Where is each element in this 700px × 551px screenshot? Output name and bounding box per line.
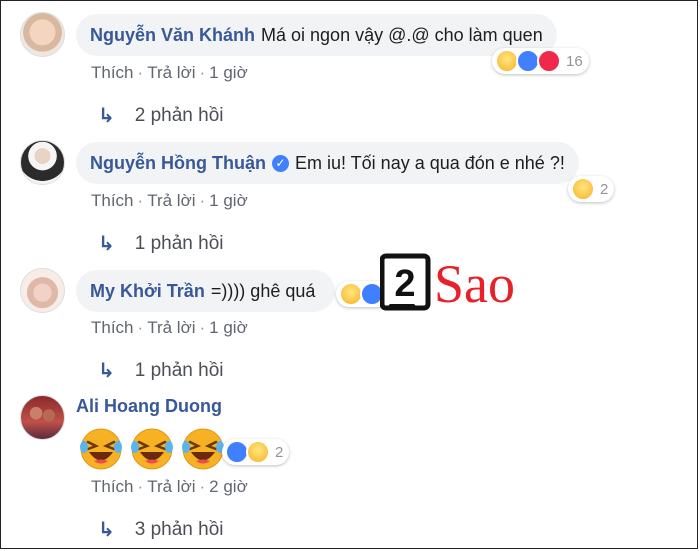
reaction-summary[interactable]: 16 bbox=[492, 48, 589, 74]
haha-icon bbox=[571, 177, 595, 201]
view-replies-link[interactable]: ↳ 2 phản hồi bbox=[98, 103, 224, 128]
reply-link[interactable]: Trả lời bbox=[147, 477, 195, 496]
avatar[interactable] bbox=[20, 395, 65, 440]
haha-icon bbox=[246, 440, 270, 464]
view-replies-link[interactable]: ↳ 1 phản hồi bbox=[98, 231, 224, 256]
reaction-count: 16 bbox=[566, 52, 583, 70]
comment-actions: Thích · Trả lời · 1 giờ bbox=[91, 191, 248, 210]
like-link[interactable]: Thích bbox=[91, 63, 134, 82]
like-link[interactable]: Thích bbox=[91, 318, 134, 337]
avatar[interactable] bbox=[20, 268, 65, 313]
reply-arrow-icon: ↳ bbox=[98, 105, 115, 127]
reply-arrow-icon: ↳ bbox=[98, 233, 115, 255]
watermark-text: Sao bbox=[434, 254, 515, 314]
view-replies-link[interactable]: ↳ 3 phản hồi bbox=[98, 517, 224, 542]
reaction-count: 2 bbox=[600, 180, 609, 198]
replies-count: 3 phản hồi bbox=[134, 518, 224, 540]
comment-bubble: My Khởi Trần =)))) ghê quá bbox=[76, 270, 336, 312]
reply-link[interactable]: Trả lời bbox=[147, 318, 195, 337]
watermark-number: 2 bbox=[394, 263, 415, 305]
comment-text: =)))) ghê quá bbox=[210, 280, 316, 301]
comment-bubble: Nguyễn Văn Khánh Má oi ngon vậy @.@ cho … bbox=[76, 14, 557, 56]
reaction-count: 2 bbox=[275, 443, 284, 461]
commenter-name[interactable]: Nguyễn Hồng Thuận bbox=[90, 153, 266, 174]
comment-text: Má oi ngon vậy @.@ cho làm quen bbox=[261, 24, 543, 45]
comment-text: Em iu! Tối nay a qua đón e nhé ?! bbox=[294, 152, 565, 173]
replies-count: 1 phản hồi bbox=[134, 232, 224, 254]
like-link[interactable]: Thích bbox=[91, 191, 134, 210]
timestamp[interactable]: 1 giờ bbox=[209, 318, 248, 337]
reply-arrow-icon: ↳ bbox=[98, 360, 115, 382]
comment-bubble: Nguyễn Hồng Thuận ✓ Em iu! Tối nay a qua… bbox=[76, 142, 579, 184]
comment-actions: Thích · Trả lời · 1 giờ bbox=[91, 318, 248, 337]
watermark-logo: 2 Sao bbox=[380, 253, 515, 314]
commenter-name[interactable]: My Khởi Trần bbox=[90, 281, 205, 302]
commenter-name[interactable]: Nguyễn Văn Khánh bbox=[90, 25, 255, 46]
love-icon bbox=[537, 49, 561, 73]
reaction-summary[interactable]: 2 bbox=[222, 439, 290, 465]
reply-link[interactable]: Trả lời bbox=[147, 63, 195, 82]
timestamp[interactable]: 1 giờ bbox=[209, 191, 248, 210]
laughing-emoji-icon bbox=[131, 428, 173, 470]
laughing-emoji-icon bbox=[182, 428, 224, 470]
replies-count: 2 phản hồi bbox=[134, 104, 224, 126]
timestamp[interactable]: 2 giờ bbox=[209, 477, 248, 496]
reply-link[interactable]: Trả lời bbox=[147, 191, 195, 210]
view-replies-link[interactable]: ↳ 1 phản hồi bbox=[98, 358, 224, 383]
verified-badge-icon: ✓ bbox=[271, 154, 289, 172]
comment-actions: Thích · Trả lời · 1 giờ bbox=[91, 63, 248, 82]
reply-arrow-icon: ↳ bbox=[98, 519, 115, 541]
avatar[interactable] bbox=[20, 140, 65, 185]
avatar[interactable] bbox=[20, 12, 65, 57]
like-link[interactable]: Thích bbox=[91, 477, 134, 496]
replies-count: 1 phản hồi bbox=[134, 359, 224, 381]
laughing-emoji-icon bbox=[80, 428, 122, 470]
timestamp[interactable]: 1 giờ bbox=[209, 63, 248, 82]
comment-actions: Thích · Trả lời · 2 giờ bbox=[91, 477, 248, 496]
commenter-name[interactable]: Ali Hoang Duong bbox=[76, 396, 222, 417]
reaction-summary[interactable]: 2 bbox=[568, 176, 615, 202]
